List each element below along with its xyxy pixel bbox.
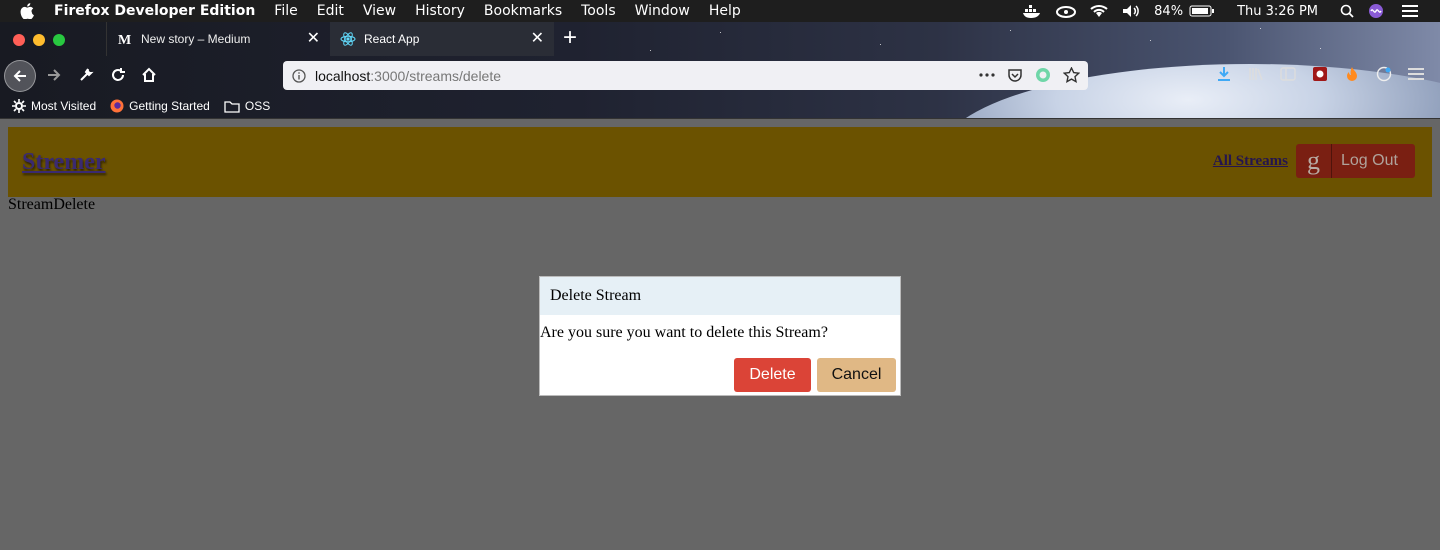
- bookmark-label: Most Visited: [31, 99, 97, 113]
- delete-stream-modal: Delete Stream Are you sure you want to d…: [539, 276, 901, 396]
- sidebar-icon[interactable]: [1280, 67, 1296, 81]
- close-tab-icon[interactable]: ✕: [531, 31, 544, 47]
- google-icon: g: [1296, 144, 1332, 178]
- address-bar[interactable]: localhost :3000/streams/delete: [283, 61, 1088, 90]
- close-tab-icon[interactable]: ✕: [307, 31, 320, 47]
- hamburger-menu-icon[interactable]: [1408, 67, 1424, 81]
- grammarly-icon[interactable]: [1035, 67, 1051, 83]
- url-host: localhost: [315, 67, 371, 84]
- app-header: Stremer All Streams g Log Out: [8, 127, 1432, 197]
- menu-window[interactable]: Window: [635, 3, 690, 19]
- volume-icon[interactable]: [1122, 4, 1140, 18]
- menu-view[interactable]: View: [363, 3, 396, 19]
- forward-button[interactable]: [42, 60, 66, 90]
- siri-icon[interactable]: [1368, 3, 1384, 19]
- apple-icon[interactable]: [20, 3, 38, 19]
- wrench-icon[interactable]: [75, 60, 97, 90]
- reload-button[interactable]: [107, 60, 129, 90]
- tab-medium[interactable]: M New story – Medium ✕: [106, 22, 330, 56]
- battery-icon[interactable]: [1189, 5, 1215, 17]
- zoom-window-button[interactable]: [53, 34, 65, 46]
- spotlight-icon[interactable]: [1340, 4, 1354, 18]
- tab-strip: M New story – Medium ✕ React App ✕ +: [0, 22, 1440, 56]
- tab-react-app[interactable]: React App ✕: [330, 22, 554, 56]
- delete-button[interactable]: Delete: [734, 358, 811, 392]
- brand-link[interactable]: Stremer: [22, 149, 106, 176]
- tab-title: React App: [364, 32, 420, 46]
- download-icon[interactable]: [1216, 66, 1232, 82]
- web-page: Stremer All Streams g Log Out StreamDele…: [0, 118, 1440, 550]
- gear-icon: [12, 99, 26, 113]
- folder-icon: [224, 100, 240, 113]
- menu-edit[interactable]: Edit: [317, 3, 344, 19]
- pocket-icon[interactable]: [1007, 67, 1023, 83]
- browser-chrome: M New story – Medium ✕ React App ✕ + loc…: [0, 22, 1440, 118]
- logout-button[interactable]: g Log Out: [1296, 144, 1415, 178]
- page-actions-icon[interactable]: [979, 73, 995, 77]
- react-icon: [340, 31, 356, 47]
- url-path: :3000/streams/delete: [370, 67, 502, 84]
- account-extension-icon[interactable]: [1376, 66, 1392, 82]
- modal-actions: Delete Cancel: [734, 358, 896, 392]
- bookmark-label: OSS: [244, 99, 271, 113]
- back-button[interactable]: [4, 60, 36, 92]
- tab-title: New story – Medium: [141, 32, 251, 46]
- menu-tools[interactable]: Tools: [581, 3, 616, 19]
- firefox-icon: [110, 99, 124, 113]
- menubar-app-name[interactable]: Firefox Developer Edition: [54, 3, 255, 19]
- logout-label: Log Out: [1341, 152, 1398, 169]
- library-icon[interactable]: [1248, 66, 1264, 82]
- fire-extension-icon[interactable]: [1344, 66, 1360, 82]
- menu-history[interactable]: History: [415, 3, 465, 19]
- bookmark-getting-started[interactable]: Getting Started: [110, 99, 210, 113]
- docker-icon[interactable]: [1022, 4, 1042, 18]
- svg-text:M: M: [118, 33, 131, 46]
- new-tab-button[interactable]: +: [563, 26, 577, 50]
- bookmark-label: Getting Started: [129, 99, 210, 113]
- cancel-button[interactable]: Cancel: [817, 358, 896, 392]
- site-info-icon[interactable]: [292, 68, 306, 83]
- battery-percent: 84%: [1154, 3, 1184, 19]
- all-streams-link[interactable]: All Streams: [1213, 153, 1288, 170]
- navigation-toolbar: localhost :3000/streams/delete: [0, 56, 1440, 94]
- bookmark-star-icon[interactable]: [1063, 67, 1080, 83]
- creative-cloud-icon[interactable]: [1056, 4, 1077, 18]
- modal-message: Are you sure you want to delete this Str…: [540, 324, 828, 341]
- notification-center-icon[interactable]: [1402, 5, 1418, 17]
- home-button[interactable]: [138, 60, 160, 90]
- bookmark-most-visited[interactable]: Most Visited: [12, 99, 96, 113]
- minimize-window-button[interactable]: [33, 34, 45, 46]
- menu-help[interactable]: Help: [709, 3, 741, 19]
- medium-icon: M: [117, 31, 133, 47]
- bookmarks-toolbar: Most Visited Getting Started OSS: [0, 94, 1440, 118]
- wifi-icon[interactable]: [1090, 4, 1108, 18]
- menu-file[interactable]: File: [274, 3, 297, 19]
- close-window-button[interactable]: [13, 34, 25, 46]
- ublock-extension-icon[interactable]: [1312, 66, 1328, 82]
- menu-bookmarks[interactable]: Bookmarks: [484, 3, 562, 19]
- macos-menubar: Firefox Developer Edition File Edit View…: [0, 0, 1440, 22]
- bookmark-oss[interactable]: OSS: [224, 99, 270, 113]
- modal-title: Delete Stream: [540, 277, 900, 315]
- menubar-clock[interactable]: Thu 3:26 PM: [1237, 4, 1318, 19]
- page-heading: StreamDelete: [8, 196, 96, 213]
